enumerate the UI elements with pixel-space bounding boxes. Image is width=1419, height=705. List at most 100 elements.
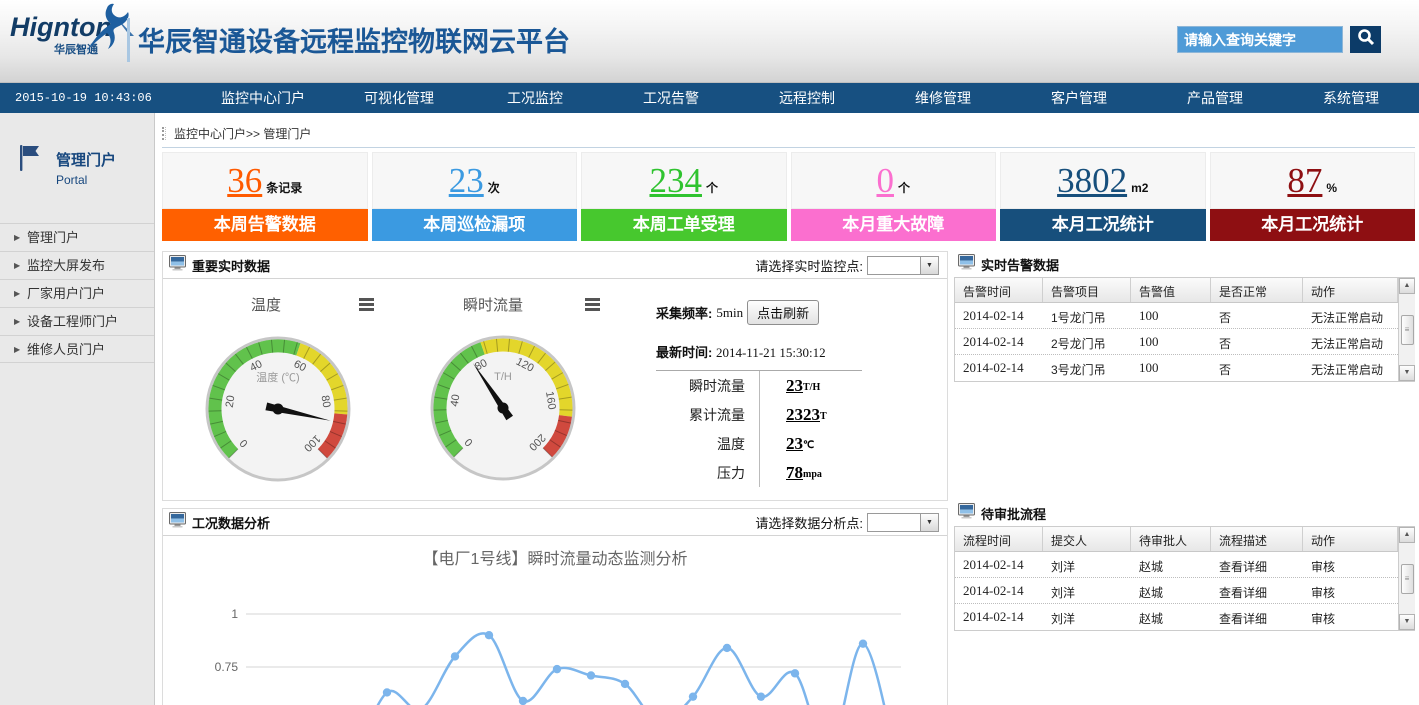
freq-value: 5min <box>716 305 743 321</box>
stat-card-label: 本周巡检漏项 <box>372 209 578 241</box>
page-title-reflection: 华辰智通设备远程监控物联网云平台 <box>138 34 570 50</box>
gauge-temperature-menu-icon[interactable] <box>359 298 374 313</box>
column-header: 待审批人 <box>1131 527 1211 551</box>
triangle-right-icon: ▶ <box>14 308 20 335</box>
column-header: 动作 <box>1303 527 1398 551</box>
breadcrumb: 监控中心门户>> 管理门户 <box>174 125 311 142</box>
stat-card-unit: 个 <box>898 179 910 196</box>
svg-text:T/H: T/H <box>494 371 512 383</box>
stat-card-1: 23次本周巡检漏项 <box>372 152 578 241</box>
table-cell: 100 <box>1131 303 1211 328</box>
table-cell: 刘洋 <box>1043 552 1131 577</box>
stat-card-valuebox: 3802m2 <box>1000 152 1206 209</box>
scroll-track[interactable]: ≡ <box>1399 543 1415 614</box>
scroll-down-button[interactable]: ▼ <box>1399 365 1415 381</box>
scroll-down-button[interactable]: ▼ <box>1399 614 1415 630</box>
stat-card-value-link[interactable]: 36 <box>227 161 262 201</box>
scroll-up-button[interactable]: ▲ <box>1399 278 1415 294</box>
metric-value: 23 <box>786 376 803 396</box>
stat-card-value-link[interactable]: 234 <box>649 161 702 201</box>
column-header: 告警值 <box>1131 278 1211 302</box>
logo: Hignton 华辰智通 <box>10 12 130 57</box>
column-header: 告警时间 <box>955 278 1043 302</box>
stat-card-valuebox: 0个 <box>791 152 997 209</box>
monitor-icon <box>958 503 975 524</box>
nav-item-7[interactable]: 产品管理 <box>1147 88 1283 108</box>
scroll-track[interactable]: ≡ <box>1399 294 1415 365</box>
sidebar-item-4[interactable]: ▶维修人员门户 <box>0 335 154 363</box>
table-cell: 审核 <box>1303 552 1398 577</box>
stat-card-unit: % <box>1326 181 1337 195</box>
stat-card-value-link[interactable]: 3802 <box>1057 161 1127 201</box>
stat-card-label: 本周告警数据 <box>162 209 368 241</box>
nav-item-6[interactable]: 客户管理 <box>1011 88 1147 108</box>
stat-card-label: 本月工况统计 <box>1000 209 1206 241</box>
table-cell: 刘洋 <box>1043 578 1131 603</box>
stat-card-value-link[interactable]: 23 <box>449 161 484 201</box>
table-cell: 2014-02-14 <box>955 552 1043 577</box>
search-button[interactable] <box>1350 26 1381 53</box>
nav-items: 监控中心门户可视化管理工况监控工况告警远程控制维修管理客户管理产品管理系统管理 <box>195 88 1419 108</box>
metric-value: 2323 <box>786 405 820 425</box>
column-header: 告警项目 <box>1043 278 1131 302</box>
stat-card-valuebox: 23次 <box>372 152 578 209</box>
stat-card-unit: 条记录 <box>266 179 302 196</box>
latest-time-value: 2014-11-21 15:30:12 <box>716 345 826 360</box>
triangle-right-icon: ▶ <box>14 280 20 307</box>
approval-table-scrollbar: ▲ ≡ ▼ <box>1398 527 1415 630</box>
metric-row-2: 温度23℃ <box>656 429 862 458</box>
table-cell: 刘洋 <box>1043 604 1131 630</box>
monitor-icon <box>169 255 186 276</box>
search-input[interactable] <box>1177 26 1343 53</box>
realtime-panel: 重要实时数据 请选择实时监控点: ▼ 温度 瞬时流量 020406080100温… <box>162 251 948 501</box>
table-cell: 3号龙门吊 <box>1043 355 1131 381</box>
sidebar-item-2[interactable]: ▶厂家用户门户 <box>0 279 154 307</box>
table-cell: 赵城 <box>1131 604 1211 630</box>
header-divider <box>127 18 130 62</box>
table-row: 2014-02-14刘洋赵城查看详细审核 <box>955 578 1398 604</box>
table-cell: 100 <box>1131 355 1211 381</box>
scroll-thumb[interactable]: ≡ <box>1401 315 1414 345</box>
nav-item-4[interactable]: 远程控制 <box>739 88 875 108</box>
flag-icon <box>16 143 42 187</box>
stat-card-label: 本周工单受理 <box>581 209 787 241</box>
scroll-up-button[interactable]: ▲ <box>1399 527 1415 543</box>
analysis-point-select[interactable]: ▼ <box>867 513 939 532</box>
nav-item-1[interactable]: 可视化管理 <box>331 88 467 108</box>
sidebar-menu: ▶管理门户▶监控大屏发布▶厂家用户门户▶设备工程师门户▶维修人员门户 <box>0 223 154 363</box>
portal-header: 管理门户 Portal <box>16 143 154 187</box>
freq-label: 采集频率: <box>656 303 712 322</box>
svg-text:温度 (℃): 温度 (℃) <box>256 370 299 384</box>
svg-text:40: 40 <box>449 394 463 408</box>
metric-value: 78 <box>786 463 803 483</box>
nav-item-8[interactable]: 系统管理 <box>1283 88 1419 108</box>
table-cell: 1号龙门吊 <box>1043 303 1131 328</box>
refresh-button[interactable]: 点击刷新 <box>747 300 819 325</box>
metrics-list: 瞬时流量23T/H累计流量2323T温度23℃压力78mpa <box>656 370 862 487</box>
main-nav: 2015-10-19 10:43:06 监控中心门户可视化管理工况监控工况告警远… <box>0 83 1419 113</box>
metric-row-3: 压力78mpa <box>656 458 862 487</box>
monitor-point-select[interactable]: ▼ <box>867 256 939 275</box>
latest-time-label: 最新时间: <box>656 345 712 360</box>
svg-text:20: 20 <box>224 395 238 409</box>
table-row: 2014-02-141号龙门吊100否无法正常启动 <box>955 303 1398 329</box>
sidebar-item-3[interactable]: ▶设备工程师门户 <box>0 307 154 335</box>
stat-card-valuebox: 234个 <box>581 152 787 209</box>
scroll-thumb[interactable]: ≡ <box>1401 564 1414 594</box>
content-area: 监控中心门户>> 管理门户 36条记录本周告警数据23次本周巡检漏项234个本周… <box>155 113 1419 705</box>
table-cell: 查看详细 <box>1211 604 1303 630</box>
nav-item-5[interactable]: 维修管理 <box>875 88 1011 108</box>
table-row: 2014-02-143号龙门吊100否无法正常启动 <box>955 355 1398 381</box>
stat-card-value-link[interactable]: 0 <box>876 161 894 201</box>
stat-card-value-link[interactable]: 87 <box>1287 161 1322 201</box>
nav-item-3[interactable]: 工况告警 <box>603 88 739 108</box>
sidebar-item-1[interactable]: ▶监控大屏发布 <box>0 251 154 279</box>
nav-item-0[interactable]: 监控中心门户 <box>195 88 331 108</box>
sidebar-item-0[interactable]: ▶管理门户 <box>0 223 154 251</box>
table-cell: 查看详细 <box>1211 578 1303 603</box>
table-cell: 2号龙门吊 <box>1043 329 1131 354</box>
gauge-flow-menu-icon[interactable] <box>585 298 600 313</box>
table-cell: 否 <box>1211 329 1303 354</box>
table-row: 2014-02-142号龙门吊100否无法正常启动 <box>955 329 1398 355</box>
nav-item-2[interactable]: 工况监控 <box>467 88 603 108</box>
